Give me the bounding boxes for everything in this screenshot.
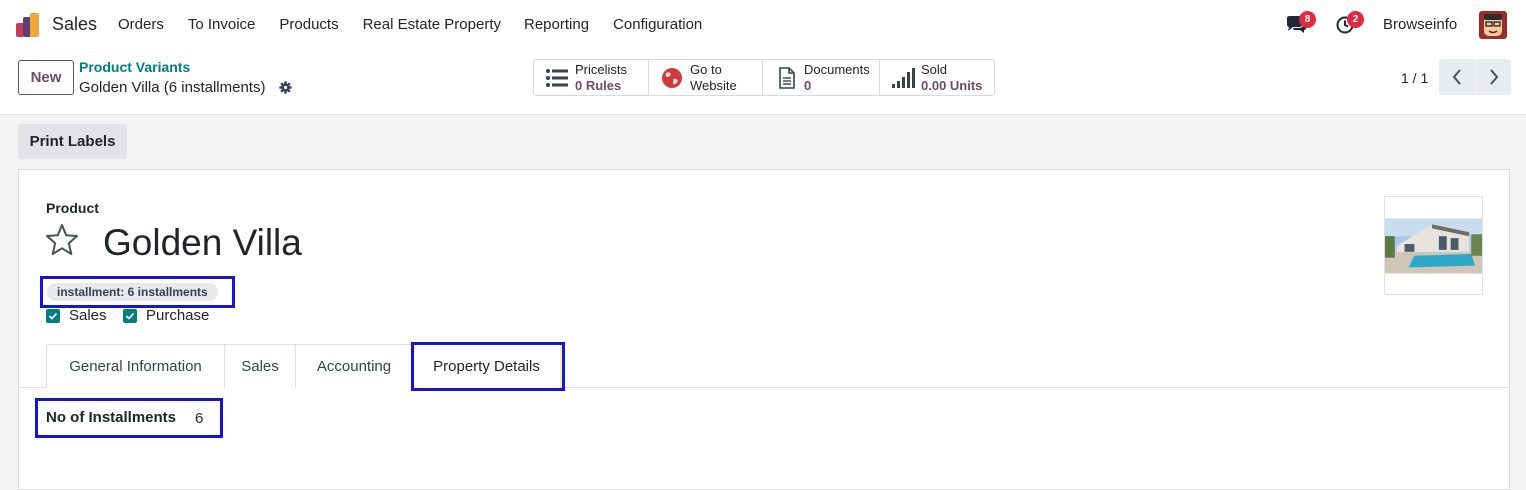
tab-accounting[interactable]: Accounting xyxy=(295,344,412,388)
pricelists-value: 0 Rules xyxy=(575,78,622,93)
tab-general-information[interactable]: General Information xyxy=(46,344,224,388)
documents-value: 0 xyxy=(804,78,812,93)
website-label-line2: Website xyxy=(690,78,737,93)
chevron-left-icon xyxy=(1452,69,1461,85)
top-navbar: Sales Orders To Invoice Products Real Es… xyxy=(0,0,1526,49)
breadcrumb-product-variants[interactable]: Product Variants xyxy=(79,59,190,75)
new-button[interactable]: New xyxy=(18,60,74,95)
checkbox-checked-icon xyxy=(46,308,60,323)
chevron-right-icon xyxy=(1489,69,1498,85)
list-icon xyxy=(546,69,568,87)
favorite-star-icon[interactable] xyxy=(45,223,79,257)
sales-app-icon[interactable] xyxy=(16,13,42,37)
messages-badge: 8 xyxy=(1299,11,1316,28)
sales-checkbox[interactable]: Sales xyxy=(46,307,107,324)
bar-chart-icon xyxy=(892,68,915,88)
user-avatar[interactable] xyxy=(1479,11,1507,39)
purchase-checkbox[interactable]: Purchase xyxy=(123,307,209,324)
tab-sales[interactable]: Sales xyxy=(224,344,295,388)
variant-attribute-tag: installment: 6 installments xyxy=(47,283,218,301)
menu-products[interactable]: Products xyxy=(279,16,338,33)
tab-highlight-box xyxy=(411,342,565,391)
user-name[interactable]: Browseinfo xyxy=(1383,16,1457,33)
sold-button[interactable]: Sold 0.00 Units xyxy=(880,60,994,95)
product-image[interactable] xyxy=(1384,196,1483,295)
breadcrumb-current-record: Golden Villa (6 installments) xyxy=(79,79,266,96)
control-panel: New Product Variants Golden Villa (6 ins… xyxy=(0,49,1526,115)
pager-next-button[interactable] xyxy=(1475,59,1511,95)
gear-icon[interactable] xyxy=(279,81,292,94)
checkbox-checked-icon xyxy=(123,308,137,323)
form-sheet: Product Golden Villa installment: 6 inst… xyxy=(18,169,1510,490)
menu-orders[interactable]: Orders xyxy=(118,16,164,33)
document-icon xyxy=(779,67,795,89)
app-name[interactable]: Sales xyxy=(52,14,97,35)
menu-to-invoice[interactable]: To Invoice xyxy=(188,16,256,33)
documents-button[interactable]: Documents 0 xyxy=(763,60,880,95)
product-field-label: Product xyxy=(46,200,99,216)
installments-field-value[interactable]: 6 xyxy=(195,410,203,427)
activities-badge: 2 xyxy=(1347,11,1364,28)
installments-field-label: No of Installments xyxy=(46,409,177,426)
documents-label: Documents xyxy=(804,62,870,77)
pricelists-button[interactable]: Pricelists 0 Rules xyxy=(534,60,649,95)
main-menu: Orders To Invoice Products Real Estate P… xyxy=(118,16,702,33)
pricelists-label: Pricelists xyxy=(575,62,628,77)
purchase-checkbox-label: Purchase xyxy=(146,307,210,324)
pager-buttons xyxy=(1439,59,1511,95)
menu-real-estate-property[interactable]: Real Estate Property xyxy=(363,16,501,33)
sold-value: 0.00 Units xyxy=(921,78,983,93)
sold-label: Sold xyxy=(921,62,948,77)
website-label-line1: Go to xyxy=(690,62,722,77)
pager-value[interactable]: 1 / 1 xyxy=(1401,70,1428,86)
product-name-title[interactable]: Golden Villa xyxy=(103,222,302,264)
pager-previous-button[interactable] xyxy=(1439,59,1475,95)
menu-configuration[interactable]: Configuration xyxy=(613,16,702,33)
globe-icon xyxy=(662,68,682,88)
print-labels-button[interactable]: Print Labels xyxy=(18,124,127,159)
smart-buttons: Pricelists 0 Rules Go to Website Documen… xyxy=(533,59,995,96)
menu-reporting[interactable]: Reporting xyxy=(524,16,589,33)
sales-checkbox-label: Sales xyxy=(69,307,107,324)
go-to-website-button[interactable]: Go to Website xyxy=(649,60,763,95)
